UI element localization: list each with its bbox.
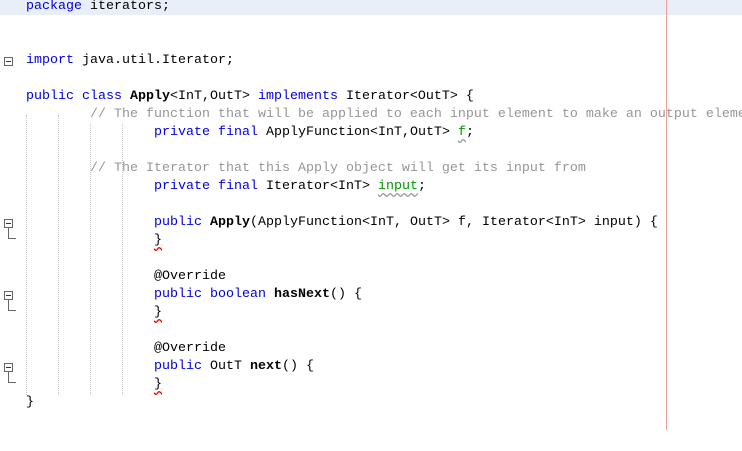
code-token: } <box>154 233 162 248</box>
code-token: } <box>154 377 162 392</box>
keyword-token: public <box>154 215 202 230</box>
code-token: ; <box>417 179 426 194</box>
code-token: f <box>457 125 466 140</box>
fold-end-marker <box>8 300 16 311</box>
code-token: () { <box>329 287 362 302</box>
keyword-token: private final <box>154 125 258 140</box>
keyword-token: implements <box>257 89 338 104</box>
keyword-token: public class <box>26 89 122 104</box>
code-token: hasNext <box>273 287 330 302</box>
code-token: Apply <box>129 89 170 104</box>
code-token: () { <box>282 359 314 374</box>
indent-guide <box>26 115 27 395</box>
fold-end-marker <box>8 372 16 383</box>
code-line[interactable]: } <box>154 304 162 322</box>
code-token: @Override <box>154 269 226 284</box>
code-line[interactable]: } <box>26 394 34 412</box>
code-token: ; <box>465 125 474 140</box>
code-line[interactable]: public boolean hasNext() { <box>154 286 362 304</box>
fold-collapse-icon[interactable] <box>4 291 13 300</box>
keyword-token: public boolean <box>154 287 266 302</box>
code-token: @Override <box>154 341 226 356</box>
code-line[interactable]: // The Iterator that this Apply object w… <box>90 160 586 178</box>
code-line[interactable]: public Apply(ApplyFunction<InT, OutT> f,… <box>154 214 658 232</box>
fold-end-marker <box>8 228 16 239</box>
code-token: Iterator<OutT> { <box>337 89 474 104</box>
code-line[interactable]: } <box>154 376 162 394</box>
code-token: iterators; <box>82 0 170 14</box>
comment-token: // The Iterator that this Apply object w… <box>90 161 586 176</box>
code-token: } <box>154 305 162 320</box>
code-token: Apply <box>210 215 250 230</box>
code-line[interactable]: private final ApplyFunction<InT,OutT> f; <box>154 124 474 142</box>
code-line[interactable]: } <box>154 232 162 250</box>
code-editor[interactable]: package iterators; import java.util.Itera… <box>0 0 742 451</box>
comment-token: // The function that will be applied to … <box>90 107 742 122</box>
indent-guide <box>58 115 59 395</box>
keyword-token: public <box>154 359 202 374</box>
code-token: ApplyFunction<InT,OutT> <box>257 125 458 140</box>
code-token: <InT,OutT> <box>169 89 258 104</box>
code-line[interactable]: package iterators; <box>26 0 170 16</box>
code-line[interactable]: @Override <box>154 340 226 358</box>
code-line[interactable]: public class Apply<InT,OutT> implements … <box>26 88 474 106</box>
code-token: input <box>377 179 418 194</box>
code-token: java.util.Iterator; <box>74 53 234 68</box>
right-margin-line <box>666 0 667 430</box>
code-token: next <box>250 359 282 374</box>
keyword-token: import <box>26 53 74 68</box>
code-line[interactable]: public OutT next() { <box>154 358 314 376</box>
code-line[interactable]: // The function that will be applied to … <box>90 106 742 124</box>
fold-collapse-icon[interactable] <box>4 57 13 66</box>
fold-collapse-icon[interactable] <box>4 363 13 372</box>
code-token: } <box>26 395 34 410</box>
code-line[interactable]: private final Iterator<InT> input; <box>154 178 426 196</box>
code-line[interactable]: @Override <box>154 268 226 286</box>
code-token: (ApplyFunction<InT, OutT> f, Iterator<In… <box>250 215 658 230</box>
fold-collapse-icon[interactable] <box>4 219 13 228</box>
code-line[interactable]: import java.util.Iterator; <box>26 52 234 70</box>
keyword-token: private final <box>154 179 258 194</box>
keyword-token: package <box>26 0 82 14</box>
code-token: Iterator<InT> <box>257 179 378 194</box>
code-token: OutT <box>202 359 250 374</box>
